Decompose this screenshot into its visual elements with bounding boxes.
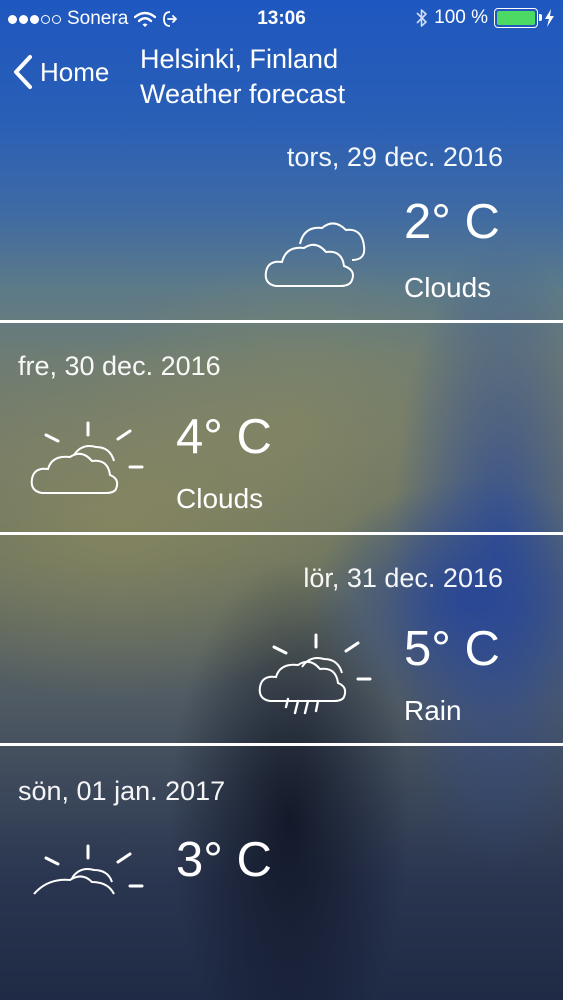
forecast-date: sön, 01 jan. 2017: [18, 776, 226, 806]
back-label: Home: [40, 56, 110, 87]
battery-fill: [497, 11, 535, 25]
charging-bolt-icon: [545, 9, 554, 27]
forecast-temperature: 3° C: [176, 833, 272, 887]
forecast-date: lör, 31 dec. 2016: [303, 563, 503, 593]
weather-screen: Sonera 13:06 100 % Home Helsinki, Finlan…: [0, 0, 563, 1000]
partly-cloudy-icon: [30, 419, 150, 499]
forecast-condition: Clouds: [176, 483, 264, 514]
bluetooth-icon: [416, 9, 427, 27]
status-right: 100 %: [415, 7, 555, 29]
chevron-left-icon: [14, 55, 32, 89]
sun-cloud-horizon-icon: [30, 842, 150, 902]
navigation-bar: Home Helsinki, Finland Weather forecast: [0, 40, 563, 112]
forecast-temperature: 4° C: [176, 410, 272, 464]
title-subtitle: Weather forecast: [140, 79, 346, 109]
forecast-row: lör, 31 dec. 2016 5° C Rain: [0, 535, 563, 743]
status-bar: Sonera 13:06 100 %: [0, 0, 563, 38]
forecast-condition: Clouds: [404, 272, 492, 303]
forecast-temperature: 5° C: [404, 622, 500, 676]
battery-icon: [494, 8, 542, 28]
forecast-temperature: 2° C: [404, 195, 500, 249]
page-title: Helsinki, Finland Weather forecast: [140, 42, 345, 112]
clouds-icon: [262, 216, 372, 292]
battery-percent: 100 %: [434, 7, 488, 28]
forecast-row: sön, 01 jan. 2017 3° C: [0, 746, 563, 1000]
forecast-date: fre, 30 dec. 2016: [18, 351, 221, 381]
title-location: Helsinki, Finland: [140, 44, 339, 74]
back-button[interactable]: Home: [12, 54, 109, 90]
rain-sun-icon: [258, 631, 378, 721]
forecast-row: tors, 29 dec. 2016 2° C Clouds: [0, 112, 563, 320]
forecast-date: tors, 29 dec. 2016: [286, 142, 503, 172]
forecast-condition: Rain: [404, 695, 462, 726]
forecast-row: fre, 30 dec. 2016 4° C Clouds: [0, 323, 563, 531]
